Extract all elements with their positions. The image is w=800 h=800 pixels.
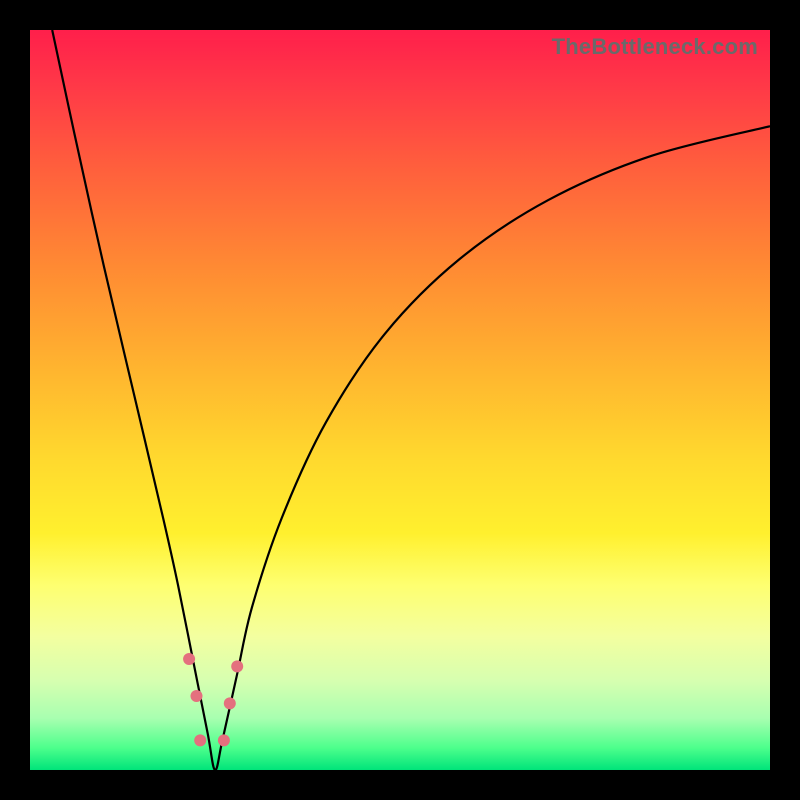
marker-capsule: [167, 541, 182, 615]
curve-path: [52, 30, 770, 770]
marker-dot: [194, 734, 206, 746]
marker-dot: [224, 697, 236, 709]
marker-capsule: [248, 555, 270, 629]
marker-dot: [231, 660, 243, 672]
plot-area: TheBottleneck.com: [30, 30, 770, 770]
bottleneck-curve: [30, 30, 770, 770]
marker-dot: [183, 653, 195, 665]
chart-frame: TheBottleneck.com: [0, 0, 800, 800]
marker-dot: [191, 690, 203, 702]
marker-layer: [167, 541, 271, 763]
marker-dot: [218, 734, 230, 746]
